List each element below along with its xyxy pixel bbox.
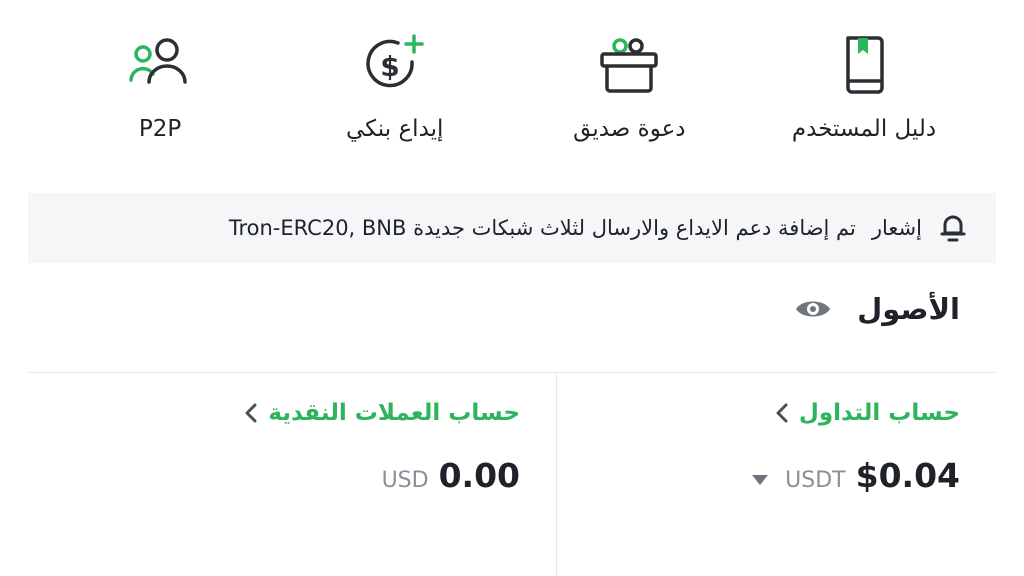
bell-icon [936,211,970,245]
fiat-balance-unit: USD [381,468,429,493]
chevron-left-icon [773,402,789,424]
trading-balance: $0.04 USDT [749,456,960,495]
svg-text:$: $ [380,50,399,83]
assets-title: الأصول [857,292,960,326]
trading-balance-amount: $0.04 [855,456,960,495]
trading-balance-unit: USDT [785,468,846,493]
eye-icon[interactable] [793,293,833,325]
gift-icon [593,28,665,100]
shortcut-label: دعوة صديق [573,116,686,142]
notification-tag: إشعار [871,216,922,240]
trading-account-link[interactable]: حساب التداول [773,400,960,426]
wallet-screen: دليل المستخدم دعوة صديق $ إيداع بنكي P2P… [0,0,1024,576]
shortcut-row: دليل المستخدم دعوة صديق $ إيداع بنكي P2P [60,28,964,158]
notification-bar[interactable]: إشعار تم إضافة دعم الايداع والارسال لثلا… [28,193,996,263]
p2p-users-icon [124,28,196,100]
shortcut-user-guide[interactable]: دليل المستخدم [764,28,964,158]
user-guide-book-icon [828,28,900,100]
fiat-balance-amount: 0.00 [438,456,520,495]
fiat-account-link[interactable]: حساب العملات النقدية [242,400,520,426]
fiat-account-card: حساب العملات النقدية 0.00 USD [80,400,520,495]
trading-account-name: حساب التداول [798,400,960,426]
shortcut-bank-deposit[interactable]: $ إيداع بنكي [295,28,495,158]
chevron-left-icon [242,402,258,424]
assets-header: الأصول [793,292,960,326]
shortcut-label: دليل المستخدم [791,116,937,142]
notification-message: تم إضافة دعم الايداع والارسال لثلاث شبكا… [228,216,856,240]
fiat-account-name: حساب العملات النقدية [268,400,520,426]
divider-horizontal [28,372,996,373]
caret-down-icon[interactable] [749,472,769,488]
shortcut-label: إيداع بنكي [345,116,444,142]
shortcut-invite-friend[interactable]: دعوة صديق [529,28,729,158]
fiat-balance: 0.00 USD [382,456,520,495]
dollar-plus-icon: $ [359,28,431,100]
divider-vertical [556,373,557,576]
shortcut-p2p[interactable]: P2P [60,28,260,158]
trading-account-card: حساب التداول $0.04 USDT [560,400,960,495]
shortcut-label: P2P [138,116,182,142]
